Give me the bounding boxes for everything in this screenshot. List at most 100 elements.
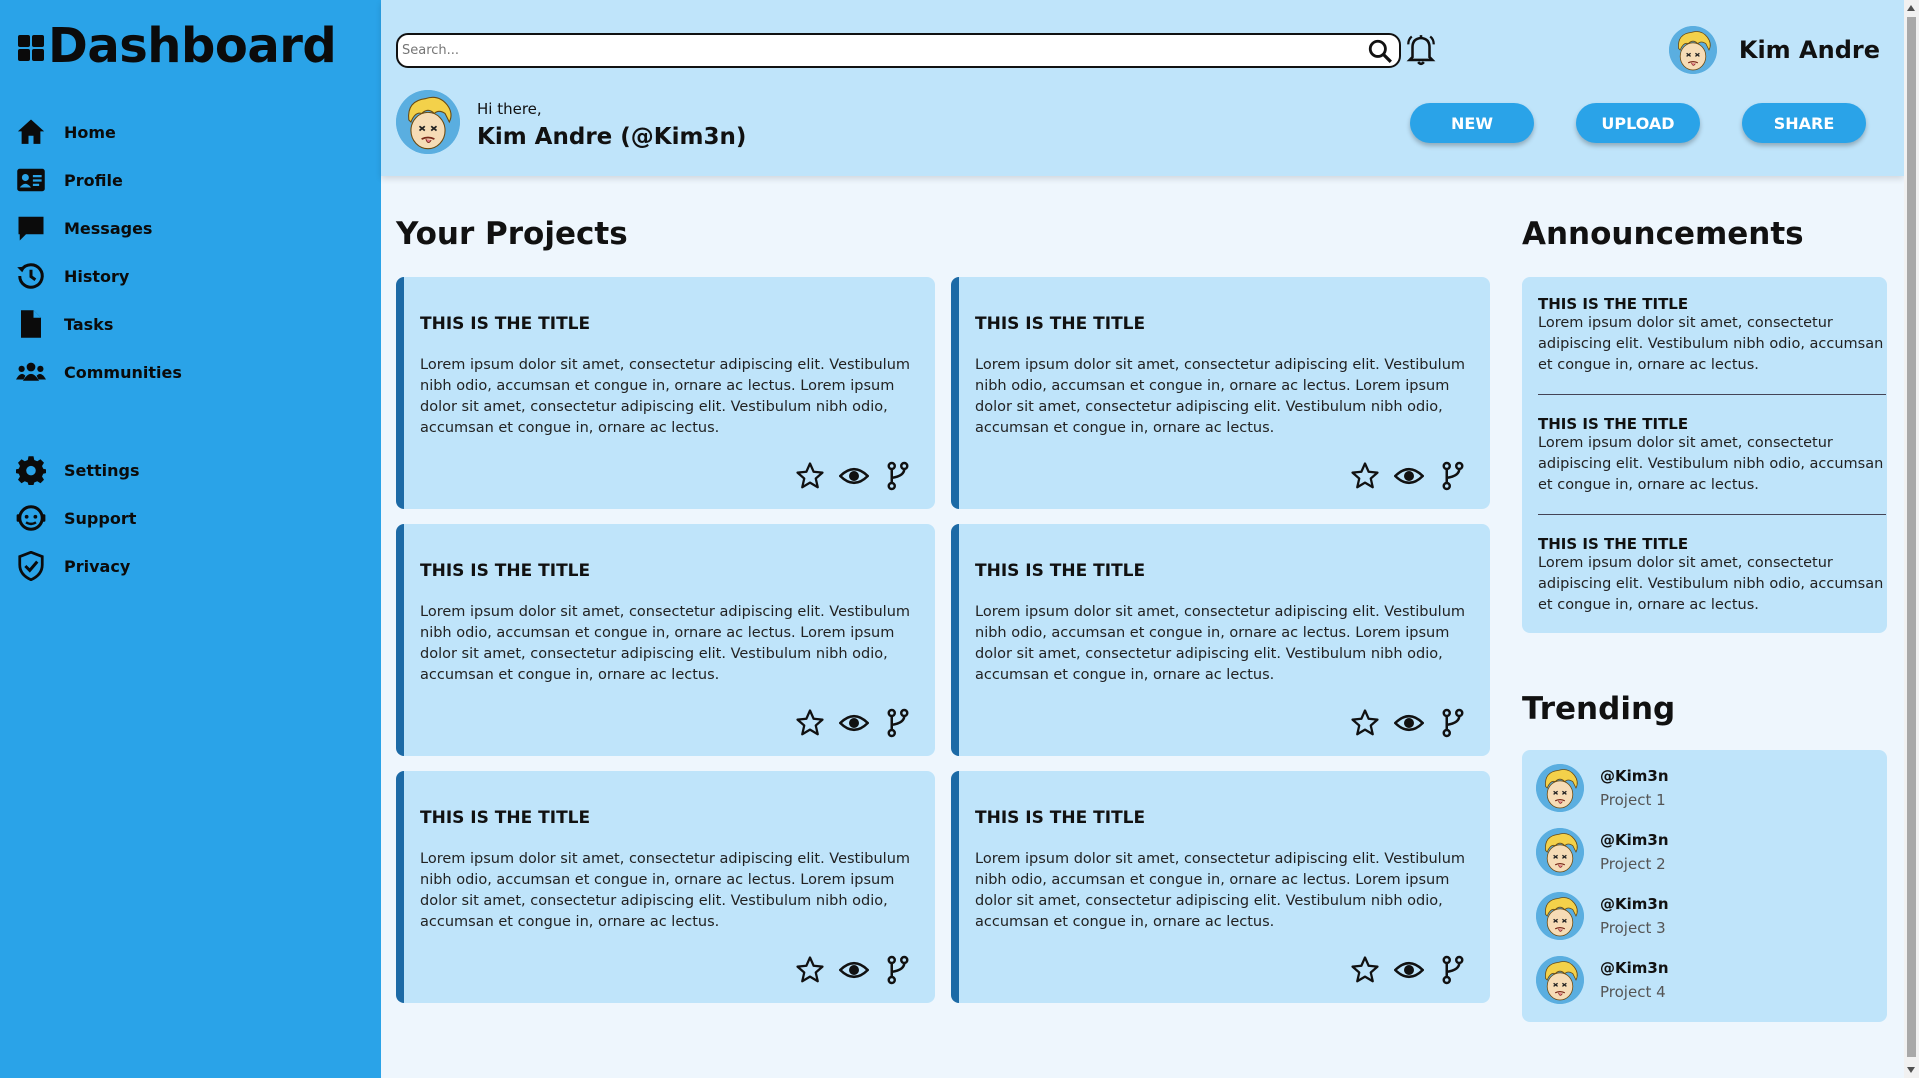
trending-item[interactable]: @Kim3n Project 3 xyxy=(1536,892,1669,940)
project-description: Lorem ipsum dolor sit amet, consectetur … xyxy=(975,357,1466,436)
project-card[interactable]: THIS IS THE TITLE Lorem ipsum dolor sit a… xyxy=(396,771,935,1003)
eye-icon[interactable] xyxy=(838,461,870,491)
avatar xyxy=(1668,26,1717,74)
fork-icon[interactable] xyxy=(883,461,913,491)
star-icon[interactable] xyxy=(795,955,825,985)
header: Kim Andre Hi there, Kim Andre (@Kim3n) N… xyxy=(381,0,1904,176)
fork-icon[interactable] xyxy=(1438,461,1468,491)
trending-item[interactable]: @Kim3n Project 4 xyxy=(1536,956,1669,1004)
sidebar: Dashboard Home Profile Messages History xyxy=(0,0,381,1078)
trending-item[interactable]: @Kim3n Project 2 xyxy=(1536,828,1669,876)
announcement-item[interactable]: THIS IS THE TITLE Lorem ipsum dolor sit … xyxy=(1538,535,1886,616)
sidebar-item-tasks[interactable]: Tasks xyxy=(14,300,182,348)
sidebar-item-label: Messages xyxy=(64,218,153,238)
trending-handle: @Kim3n xyxy=(1600,767,1669,785)
history-icon xyxy=(14,259,48,293)
sidebar-item-label: History xyxy=(64,266,130,286)
project-title: THIS IS THE TITLE xyxy=(420,314,591,334)
project-title: THIS IS THE TITLE xyxy=(420,808,591,828)
bell-icon[interactable] xyxy=(1404,33,1438,67)
greeting-name: Kim Andre (@Kim3n) xyxy=(477,124,747,150)
trending-project: Project 4 xyxy=(1600,983,1666,1001)
sidebar-item-profile[interactable]: Profile xyxy=(14,156,182,204)
project-actions xyxy=(795,461,913,491)
sidebar-item-home[interactable]: Home xyxy=(14,108,182,156)
project-card[interactable]: THIS IS THE TITLE Lorem ipsum dolor sit a… xyxy=(951,524,1490,756)
trending-project: Project 2 xyxy=(1600,855,1666,873)
project-actions xyxy=(1350,708,1468,738)
sidebar-item-label: Settings xyxy=(64,460,140,480)
dashboard-grid-icon xyxy=(18,35,44,61)
sidebar-item-label: Home xyxy=(64,122,116,142)
search-icon[interactable] xyxy=(1367,38,1393,64)
divider xyxy=(1538,514,1886,515)
sidebar-item-support[interactable]: Support xyxy=(14,494,182,542)
project-card[interactable]: THIS IS THE TITLE Lorem ipsum dolor sit a… xyxy=(396,524,935,756)
eye-icon[interactable] xyxy=(1393,461,1425,491)
fork-icon[interactable] xyxy=(1438,708,1468,738)
upload-button[interactable]: UPLOAD xyxy=(1576,103,1700,143)
trending-item[interactable]: @Kim3n Project 1 xyxy=(1536,764,1669,812)
project-description: Lorem ipsum dolor sit amet, consectetur … xyxy=(420,851,911,930)
sidebar-item-label: Support xyxy=(64,508,137,528)
fork-icon[interactable] xyxy=(883,955,913,985)
project-card[interactable]: THIS IS THE TITLE Lorem ipsum dolor sit a… xyxy=(396,277,935,509)
scrollbar-thumb[interactable] xyxy=(1907,17,1916,1057)
project-actions xyxy=(795,708,913,738)
project-actions xyxy=(1350,461,1468,491)
project-description: Lorem ipsum dolor sit amet, consectetur … xyxy=(420,357,911,436)
trending-panel: @Kim3n Project 1 @Kim3n Project 2 @Kim3n Pr… xyxy=(1522,750,1887,1022)
star-icon[interactable] xyxy=(1350,955,1380,985)
announcement-item[interactable]: THIS IS THE TITLE Lorem ipsum dolor sit … xyxy=(1538,295,1886,376)
star-icon[interactable] xyxy=(1350,708,1380,738)
avatar xyxy=(396,90,460,154)
fork-icon[interactable] xyxy=(1438,955,1468,985)
announcement-item[interactable]: THIS IS THE TITLE Lorem ipsum dolor sit … xyxy=(1538,415,1886,496)
scrollbar[interactable] xyxy=(1904,0,1919,1078)
new-button[interactable]: NEW xyxy=(1410,103,1534,143)
avatar xyxy=(1536,764,1584,812)
announcement-title: THIS IS THE TITLE xyxy=(1538,535,1689,553)
search-input[interactable] xyxy=(398,35,1358,66)
sidebar-item-messages[interactable]: Messages xyxy=(14,204,182,252)
user-menu[interactable]: Kim Andre xyxy=(1668,26,1880,74)
eye-icon[interactable] xyxy=(838,955,870,985)
sidebar-item-label: Communities xyxy=(64,362,182,382)
trending-project: Project 1 xyxy=(1600,791,1666,809)
star-icon[interactable] xyxy=(795,708,825,738)
star-icon[interactable] xyxy=(1350,461,1380,491)
sidebar-item-label: Tasks xyxy=(64,314,114,334)
fork-icon[interactable] xyxy=(883,708,913,738)
share-button[interactable]: SHARE xyxy=(1742,103,1866,143)
message-icon xyxy=(14,211,48,245)
sidebar-item-history[interactable]: History xyxy=(14,252,182,300)
trending-handle: @Kim3n xyxy=(1600,895,1669,913)
sidebar-item-label: Profile xyxy=(64,170,123,190)
divider xyxy=(1538,394,1886,395)
scroll-down-arrow-icon[interactable] xyxy=(1907,1067,1915,1073)
avatar xyxy=(1536,956,1584,1004)
sidebar-item-communities[interactable]: Communities xyxy=(14,348,182,396)
greeting-text: Hi there, xyxy=(477,100,542,118)
eye-icon[interactable] xyxy=(1393,955,1425,985)
eye-icon[interactable] xyxy=(838,708,870,738)
support-icon xyxy=(14,501,48,535)
brand[interactable]: Dashboard xyxy=(18,18,337,74)
avatar xyxy=(1536,892,1584,940)
brand-title: Dashboard xyxy=(48,18,337,74)
announcement-body: Lorem ipsum dolor sit amet, consectetur … xyxy=(1538,555,1884,613)
sidebar-item-settings[interactable]: Settings xyxy=(14,446,182,494)
scroll-up-arrow-icon[interactable] xyxy=(1907,5,1915,11)
user-name: Kim Andre xyxy=(1738,36,1880,64)
project-card[interactable]: THIS IS THE TITLE Lorem ipsum dolor sit a… xyxy=(951,277,1490,509)
home-icon xyxy=(14,115,48,149)
project-description: Lorem ipsum dolor sit amet, consectetur … xyxy=(975,604,1466,683)
announcements-heading: Announcements xyxy=(1522,216,1804,252)
users-icon xyxy=(14,355,48,389)
avatar xyxy=(1536,828,1584,876)
eye-icon[interactable] xyxy=(1393,708,1425,738)
sidebar-item-privacy[interactable]: Privacy xyxy=(14,542,182,590)
star-icon[interactable] xyxy=(795,461,825,491)
project-card[interactable]: THIS IS THE TITLE Lorem ipsum dolor sit a… xyxy=(951,771,1490,1003)
